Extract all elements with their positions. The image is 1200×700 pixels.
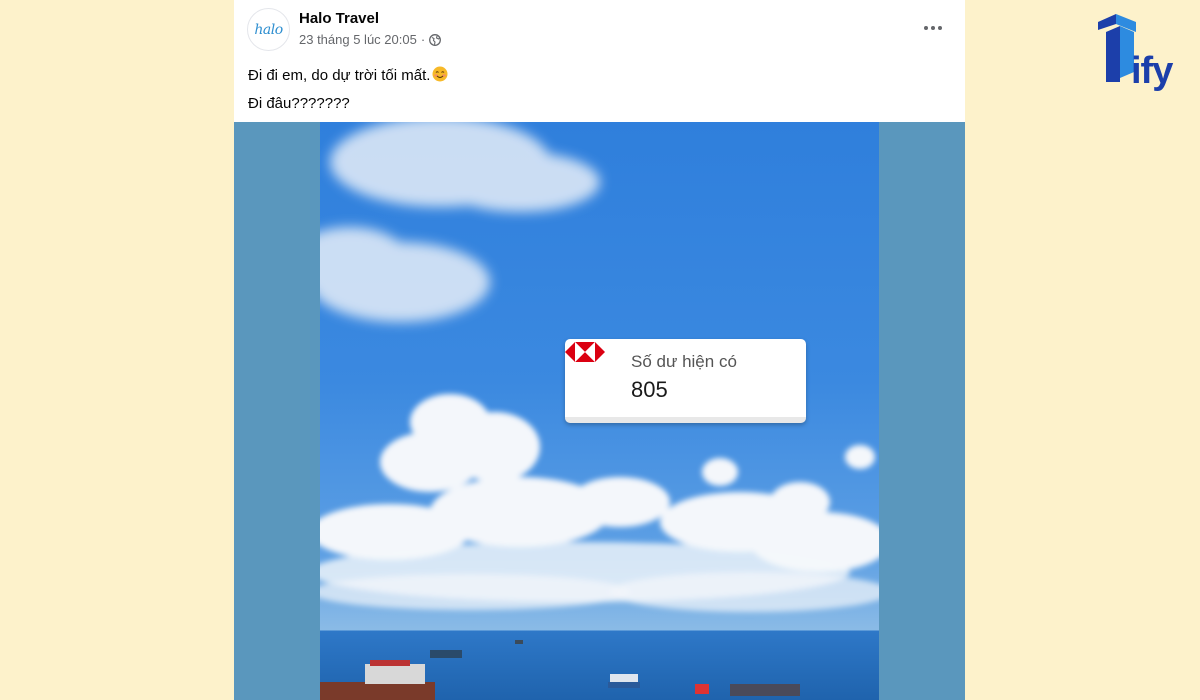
author-name[interactable]: Halo Travel bbox=[299, 10, 379, 27]
page-avatar[interactable]: halo bbox=[247, 8, 290, 51]
balance-value: 805 bbox=[631, 377, 668, 402]
more-horizontal-icon-dot bbox=[938, 26, 942, 30]
post-line-2: Đi đâu??????? bbox=[248, 95, 350, 112]
post-line-1: Đi đi em, do dự trời tối mất. bbox=[248, 62, 448, 90]
smiling-face-icon bbox=[432, 66, 448, 82]
fishing-boats bbox=[320, 640, 800, 700]
sky-sea-photo[interactable]: Số dư hiện có 805 bbox=[320, 122, 879, 700]
avatar-logo-text: halo bbox=[254, 21, 283, 38]
post-media[interactable]: Số dư hiện có 805 bbox=[234, 122, 965, 700]
post-meta: 23 tháng 5 lúc 20:05 · bbox=[299, 32, 442, 47]
post-body: Đi đi em, do dự trời tối mất. Đi đâu????… bbox=[248, 62, 448, 118]
balance-label: Số dư hiện có bbox=[631, 352, 737, 371]
post-header: halo Halo Travel 23 tháng 5 lúc 20:05 · bbox=[234, 0, 965, 60]
facebook-post: halo Halo Travel 23 tháng 5 lúc 20:05 · … bbox=[234, 0, 965, 700]
meta-separator: · bbox=[420, 32, 426, 47]
bank-hexagon-logo-icon bbox=[565, 342, 605, 362]
avatar-text: halo bbox=[254, 21, 283, 38]
post-line-1-text: Đi đi em, do dự trời tối mất. bbox=[248, 67, 431, 84]
globe-icon bbox=[429, 33, 442, 46]
more-options-button[interactable] bbox=[919, 16, 947, 40]
upper-clouds bbox=[320, 122, 600, 322]
cumulus-clouds bbox=[320, 394, 879, 612]
more-horizontal-icon-dot bbox=[931, 26, 935, 30]
timestamp[interactable]: 23 tháng 5 lúc 20:05 bbox=[299, 32, 417, 47]
more-horizontal-icon-dot bbox=[924, 26, 928, 30]
balance-card: Số dư hiện có 805 bbox=[565, 339, 806, 423]
ify-brand-text: ify bbox=[1131, 50, 1173, 92]
